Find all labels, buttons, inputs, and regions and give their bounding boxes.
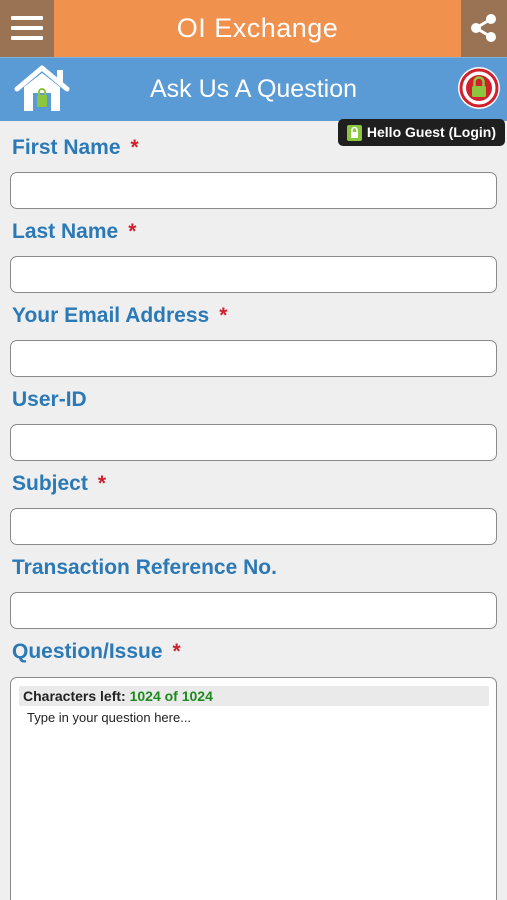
hamburger-menu-icon [11,16,43,20]
subject-label: Subject * [12,472,107,495]
question-label: Question/Issue * [12,640,181,663]
page-title: Ask Us A Question [149,75,358,103]
share-button[interactable] [461,0,507,57]
characters-left-value: 1024 of 1024 [129,688,213,704]
lock-icon [346,124,362,141]
question-textarea[interactable]: Characters left: 1024 of 1024 Type in yo… [10,677,497,900]
transaction-ref-field[interactable] [10,592,497,629]
guest-login-badge[interactable]: Hello Guest (Login) [337,119,505,146]
menu-button[interactable] [0,0,54,57]
share-icon [471,14,496,42]
transaction-ref-label: Transaction Reference No. [12,556,277,579]
user-id-label: User-ID [12,388,87,411]
first-name-field[interactable] [10,172,497,209]
app-title: OI Exchange [176,13,339,43]
app-bar: OI Exchange [0,0,507,57]
email-label: Your Email Address * [12,304,228,327]
user-id-field[interactable] [10,424,497,461]
page-header: Ask Us A Question [0,57,507,121]
characters-left-counter: Characters left: 1024 of 1024 [19,686,489,706]
subject-field[interactable] [10,508,497,545]
first-name-label: First Name * [12,136,139,159]
login-button[interactable] [458,67,500,109]
last-name-label: Last Name * [12,220,137,243]
question-placeholder: Type in your question here... [27,710,192,725]
guest-login-text: Hello Guest (Login) [366,124,496,140]
lock-icon [459,68,499,108]
email-field[interactable] [10,340,497,377]
last-name-field[interactable] [10,256,497,293]
